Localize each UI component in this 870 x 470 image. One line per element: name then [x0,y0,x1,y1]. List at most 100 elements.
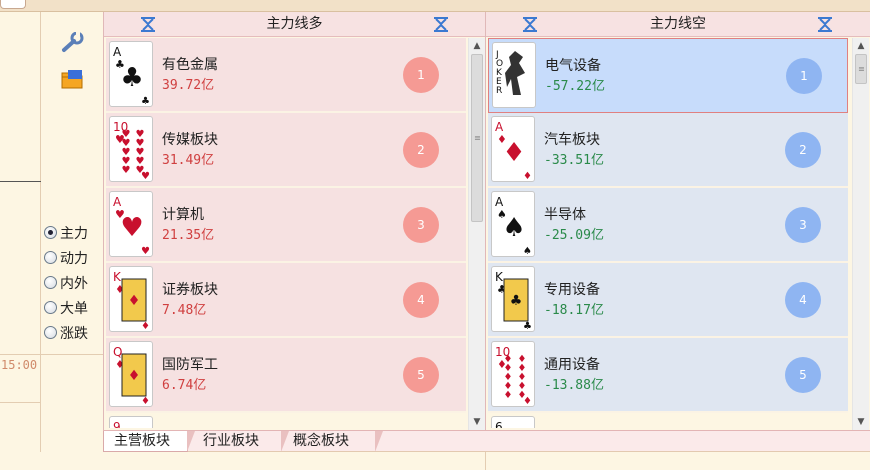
sector-row[interactable]: A ♥ ♥ ♥ 计算机 21.35亿 3 [106,188,466,263]
sector-name: 计算机 [162,207,204,223]
rank-badge: 2 [785,132,821,168]
sector-row[interactable]: A ♦ ♦ ♦ 汽车板块 -33.51亿 2 [488,113,848,188]
sector-name: 专用设备 [544,282,600,298]
sector-row[interactable]: Q ♦ ♦ ♦ 国防军工 6.74亿 5 [106,338,466,413]
scroll-up-icon[interactable]: ▲ [469,38,485,54]
rank-badge: 5 [403,357,439,393]
radio-dot[interactable] [44,326,57,339]
svg-text:K: K [495,270,504,284]
sector-row[interactable]: K ♣ ♣ ♣ 专用设备 -18.17亿 4 [488,263,848,338]
sector-value: -25.09亿 [544,228,604,243]
top-tab-stub[interactable] [0,0,26,9]
long-scrollbar[interactable]: ▲ ▼ [468,38,485,430]
sector-row[interactable]: 10 ♦ ♦ ♦ ♦ ♦ ♦ ♦ ♦ ♦ ♦ ♦ ♦ 通用设备 -13.88亿 5 [488,338,848,413]
scroll-down-icon[interactable]: ▼ [469,414,485,430]
sector-name: 电气设备 [545,58,601,74]
svg-text:♣: ♣ [120,63,143,93]
svg-text:♦: ♦ [141,321,150,332]
playing-card-icon: A ♣ ♣ ♣ [109,41,153,107]
rank-badge: 4 [785,282,821,318]
scroll-down-icon[interactable]: ▼ [853,414,869,430]
svg-text:K: K [113,270,122,284]
radio-dot[interactable] [44,226,57,239]
svg-text:♥: ♥ [141,246,150,257]
sector-row-partial[interactable]: 6 [488,413,848,428]
sector-value: 31.49亿 [162,153,215,168]
folder-icon[interactable] [60,68,86,90]
svg-text:♦: ♦ [128,368,141,384]
sector-name: 通用设备 [544,357,600,373]
radio-dot[interactable] [44,251,57,264]
sector-row[interactable]: J O K E R 电气设备 -57.22亿 1 [488,38,848,113]
rank-badge: 1 [403,57,439,93]
playing-card-icon: 6 [491,416,535,428]
sector-name: 有色金属 [162,57,218,73]
playing-card-icon: Q ♦ ♦ ♦ [109,341,153,407]
scroll-thumb[interactable] [471,54,483,222]
playing-card-icon: A ♦ ♦ ♦ [491,116,535,182]
scroll-up-icon[interactable]: ▲ [853,38,869,54]
sector-value: -33.51亿 [544,153,604,168]
radio-dadan[interactable]: 大单 [44,295,88,320]
svg-text:♦: ♦ [504,390,513,401]
svg-text:♣: ♣ [523,321,532,332]
scroll-thumb[interactable] [855,54,867,84]
sector-row[interactable]: K ♦ ♦ ♦ 证券板块 7.48亿 4 [106,263,466,338]
playing-card-icon: JOKER [492,42,536,108]
sort-expand-icon[interactable] [433,16,449,32]
short-panel-title: 主力线空 [650,16,706,32]
svg-text:♦: ♦ [128,293,141,309]
tab-concept-sector[interactable]: 概念板块 [283,431,383,452]
svg-text:9: 9 [113,420,121,428]
svg-text:♥: ♥ [141,171,150,182]
svg-text:A: A [113,45,122,59]
tab-main-sector[interactable]: 主营板块 [103,431,195,452]
sort-collapse-icon[interactable] [522,16,538,32]
svg-text:A: A [495,195,504,209]
sort-expand-icon[interactable] [817,16,833,32]
sector-value: -57.22亿 [545,79,605,94]
sector-value: 39.72亿 [162,78,215,93]
sector-value: 21.35亿 [162,228,215,243]
long-panel-header: 主力线多 [104,12,485,37]
tab-industry-sector[interactable]: 行业板块 [193,431,289,452]
wrench-icon[interactable] [60,31,86,54]
short-list: J O K E R 电气设备 -57.22亿 1 A ♦ ♦ ♦ 汽车板块 -33.51亿 2 A ♠ ♠ ♠ 半导体… [486,38,848,428]
radio-label: 大单 [60,300,88,317]
sector-value: 7.48亿 [162,303,207,318]
playing-card-icon: K ♣ ♣ ♣ [491,266,535,332]
long-panel-title: 主力线多 [266,16,323,32]
short-scrollbar[interactable]: ▲ ▼ [852,38,869,430]
sector-row-partial[interactable]: 9 [106,413,466,428]
radio-dongli[interactable]: 动力 [44,245,88,270]
sort-collapse-icon[interactable] [140,16,156,32]
radio-zhangdie[interactable]: 涨跌 [44,320,88,345]
svg-text:R: R [496,86,502,96]
time-axis-line [0,354,103,355]
radio-dot[interactable] [44,301,57,314]
svg-text:A: A [113,195,122,209]
sector-row[interactable]: A ♠ ♠ ♠ 半导体 -25.09亿 3 [488,188,848,263]
svg-text:♦: ♦ [523,171,532,182]
indicator-radio-group: 主力 动力 内外 大单 涨跌 [44,220,88,345]
sector-row[interactable]: A ♣ ♣ ♣ 有色金属 39.72亿 1 [106,38,466,113]
sector-name: 证券板块 [162,282,218,298]
left-strip: 15:00 主力 动力 内外 大单 涨跌 [0,12,103,470]
playing-card-icon: 9 [109,416,153,428]
lower-chart-line [0,402,41,403]
rank-badge: 3 [403,207,439,243]
radio-zhuli[interactable]: 主力 [44,220,88,245]
radio-label: 内外 [60,275,88,292]
svg-text:♥: ♥ [122,165,131,176]
short-panel-header: 主力线空 [486,12,870,37]
sector-row[interactable]: 10 ♥ ♥ ♥ ♥ ♥ ♥ ♥ ♥ ♥ ♥ ♥ ♥ 传媒板块 31.49亿 2 [106,113,466,188]
bottom-divider [485,452,486,470]
playing-card-icon: A ♥ ♥ ♥ [109,191,153,257]
chart-baseline [0,181,41,182]
long-panel: 主力线多 A ♣ ♣ ♣ 有色金属 39.72亿 1 10 ♥ ♥ ♥ ♥ ♥ ♥ ♥ ♥ ♥ ♥ ♥ ♥ 传媒板块 31… [103,12,485,430]
radio-neiwai[interactable]: 内外 [44,270,88,295]
svg-text:♦: ♦ [502,138,525,168]
playing-card-icon: 10 ♥ ♥ ♥ ♥ ♥ ♥ ♥ ♥ ♥ ♥ ♥ ♥ [109,116,153,182]
radio-dot[interactable] [44,276,57,289]
svg-text:6: 6 [495,420,503,428]
